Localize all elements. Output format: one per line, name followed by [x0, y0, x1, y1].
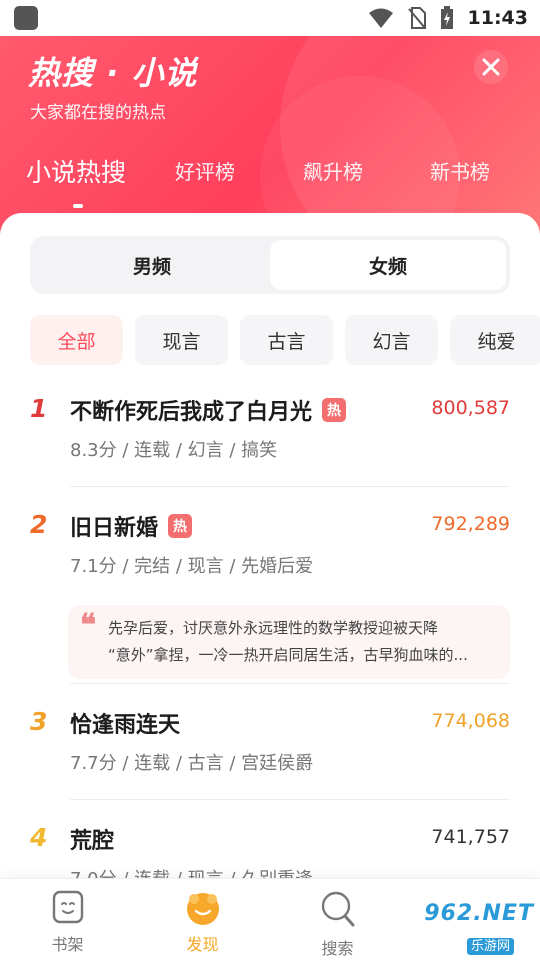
rank-number: 4: [30, 823, 48, 852]
book-title: 恰逢雨连天: [70, 713, 181, 738]
tab-indicator: [73, 204, 83, 208]
chip-modern-romance[interactable]: 现言: [135, 315, 228, 365]
divider: [70, 799, 510, 800]
female-channel-option[interactable]: 女频: [270, 240, 506, 290]
app-notification-icon: [14, 6, 38, 30]
bottom-nav: 书架 发现 搜索 962.NET 乐游网: [0, 878, 540, 960]
search-count: 741,757: [431, 826, 510, 848]
no-sim-icon: [407, 7, 426, 29]
watermark: 962.NET: [424, 901, 534, 926]
nav-search[interactable]: 搜索: [270, 879, 405, 960]
search-count: 774,068: [431, 710, 510, 732]
tab-rising[interactable]: 飙升榜: [303, 156, 363, 185]
rank-number: 2: [30, 510, 48, 539]
rank-tabs: 小说热搜 好评榜 飙升榜 新书榜: [0, 156, 540, 216]
rank-number: 3: [30, 707, 48, 736]
page-title: 热搜 · 小说: [28, 54, 198, 92]
quote-icon: ❝: [80, 608, 97, 643]
gender-toggle: 男频 女频: [30, 236, 510, 294]
nav-discover[interactable]: 发现: [135, 879, 270, 960]
book-title: 不断作死后我成了白月光: [70, 400, 313, 425]
book-blurb: ❝ 先孕后爱，讨厌意外永远理性的数学教授迎被天降 “意外”拿捏，一冷一热开启同居…: [68, 605, 510, 679]
chip-fantasy-romance[interactable]: 幻言: [345, 315, 438, 365]
hot-badge: 热: [322, 398, 347, 422]
tab-novel-hot[interactable]: 小说热搜: [26, 153, 126, 189]
tab-top-rated[interactable]: 好评榜: [175, 156, 235, 185]
discover-icon: [186, 893, 219, 925]
nav-label: 书架: [51, 935, 84, 954]
category-chips: 全部 现言 古言 幻言 纯爱: [30, 315, 540, 365]
rank-number: 1: [30, 394, 48, 423]
hot-badge: 热: [168, 514, 193, 538]
bookshelf-icon: [52, 890, 83, 924]
search-count: 792,289: [431, 513, 510, 535]
chip-bl[interactable]: 纯爱: [450, 315, 540, 365]
nav-profile[interactable]: 962.NET 乐游网: [405, 879, 540, 960]
chip-ancient-romance[interactable]: 古言: [240, 315, 333, 365]
nav-label: 搜索: [321, 939, 354, 958]
status-time: 11:43: [467, 7, 528, 29]
search-count: 800,587: [431, 397, 510, 419]
book-meta: 8.3分 / 连载 / 幻言 / 搞笑: [70, 440, 278, 461]
tab-new-books[interactable]: 新书榜: [430, 156, 490, 185]
book-title: 荒腔: [70, 829, 115, 854]
battery-charging-icon: [440, 6, 453, 29]
page-subtitle: 大家都在搜的热点: [30, 103, 166, 123]
divider: [70, 683, 510, 684]
book-meta: 7.1分 / 完结 / 现言 / 先婚后爱: [70, 556, 314, 577]
search-icon: [321, 891, 354, 927]
book-meta: 7.7分 / 连载 / 古言 / 宫廷侯爵: [70, 753, 314, 774]
book-meta: 7.0分 / 连载 / 现言 / 久别重逢: [70, 865, 313, 878]
chip-all[interactable]: 全部: [30, 315, 123, 365]
divider: [70, 486, 510, 487]
status-bar: 11:43: [0, 0, 540, 36]
nav-bookshelf[interactable]: 书架: [0, 879, 135, 960]
nav-label: 发现: [186, 935, 219, 954]
book-title: 旧日新婚: [70, 516, 159, 541]
close-button[interactable]: [474, 50, 508, 84]
wifi-icon: [368, 8, 393, 28]
close-icon: [482, 58, 500, 76]
male-channel-option[interactable]: 男频: [34, 240, 270, 290]
header: 热搜 · 小说 大家都在搜的热点 小说热搜 好评榜 飙升榜 新书榜: [0, 36, 540, 236]
content-card: 男频 女频 全部 现言 古言 幻言 纯爱 1 不断作死后我成了白月光 热 800…: [0, 213, 540, 878]
